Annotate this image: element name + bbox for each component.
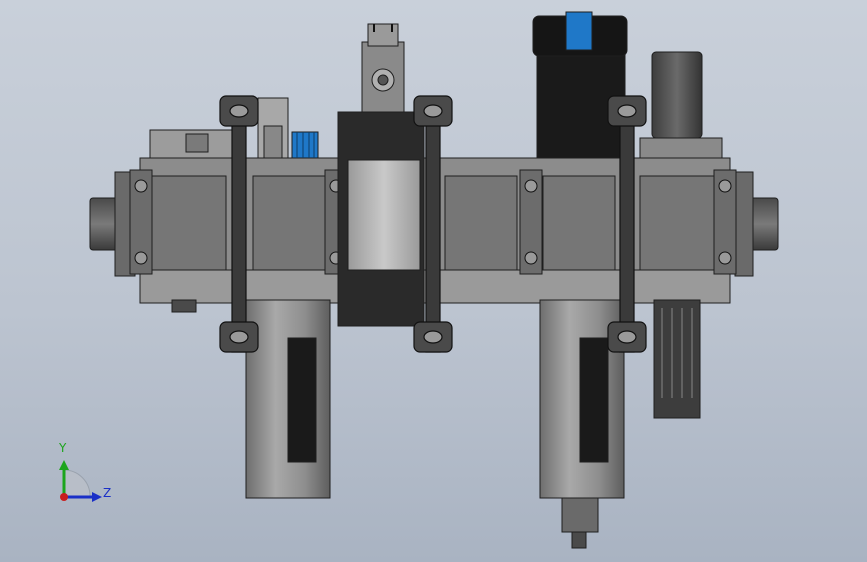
top-fitting (257, 97, 319, 159)
cad-viewport[interactable]: Y Z (0, 0, 867, 562)
outlet-port (734, 171, 779, 277)
regulator-cap (532, 11, 628, 159)
regulator-cylinder (639, 51, 723, 159)
y-axis-label: Y (59, 441, 67, 455)
z-axis-label: Z (103, 486, 112, 500)
solenoid-valve (337, 23, 425, 327)
axis-triad (59, 460, 102, 502)
regulator-stem (653, 299, 701, 419)
frl-assembly-model[interactable] (0, 0, 867, 562)
inlet-port (89, 171, 136, 277)
origin-dot (60, 493, 68, 501)
